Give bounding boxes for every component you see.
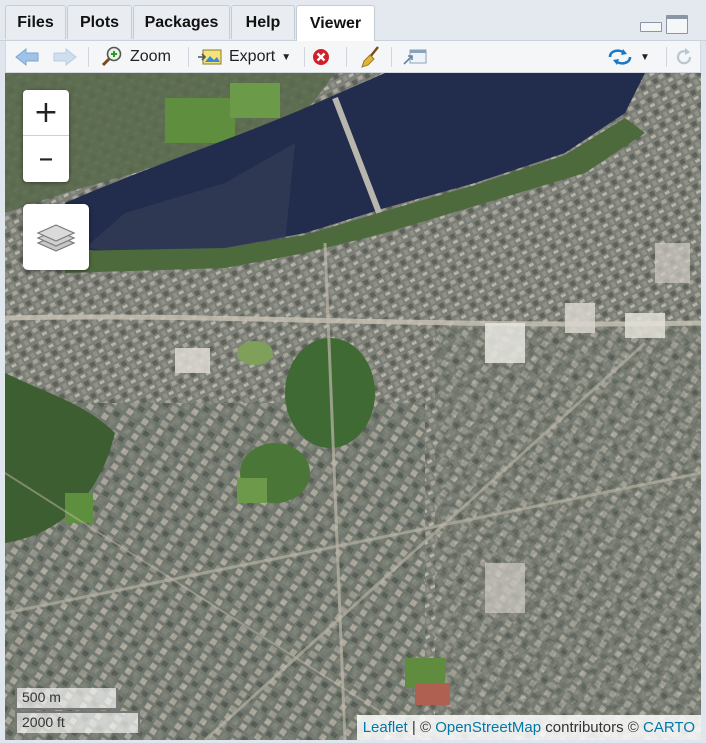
chevron-down-icon: ▼ <box>281 51 292 63</box>
map-attribution: Leaflet | © OpenStreetMap contributors ©… <box>356 715 701 740</box>
zoom-label: Zoom <box>130 48 171 65</box>
toolbar-separator <box>666 47 667 67</box>
viewer-toolbar: Zoom Export ▼ ▼ <box>5 41 701 73</box>
clear-all-button[interactable] <box>358 45 382 69</box>
carto-link[interactable]: CARTO <box>643 719 695 736</box>
layers-icon <box>36 224 76 252</box>
broom-icon <box>361 46 379 68</box>
toolbar-separator <box>346 47 347 67</box>
magnifier-icon <box>101 46 122 67</box>
zoom-button[interactable]: Zoom <box>100 45 171 69</box>
export-label: Export <box>229 48 276 65</box>
refresh-icon <box>676 48 692 65</box>
remove-viewer-button[interactable] <box>311 45 331 69</box>
tab-plots[interactable]: Plots <box>67 5 132 39</box>
leaflet-map[interactable]: + – 500 m 2000 ft Leaflet | © OpenStreet… <box>5 73 701 740</box>
chevron-down-icon: ▼ <box>640 51 650 63</box>
forward-arrow-icon[interactable] <box>52 45 78 69</box>
attribution-contributors: contributors © <box>541 719 644 736</box>
openstreetmap-link[interactable]: OpenStreetMap <box>435 719 541 736</box>
toolbar-separator <box>88 47 89 67</box>
tab-viewer[interactable]: Viewer <box>296 5 375 41</box>
maximize-pane-icon[interactable] <box>666 15 688 34</box>
export-button[interactable]: Export ▼ <box>197 45 291 69</box>
zoom-control: + – <box>23 90 69 182</box>
remove-circle-icon <box>313 49 329 65</box>
attribution-separator: | © <box>407 719 436 736</box>
show-in-window-button[interactable] <box>402 45 428 69</box>
export-image-icon <box>198 49 222 65</box>
zoom-in-button[interactable]: + <box>23 90 69 135</box>
scale-bar-imperial: 2000 ft <box>15 711 140 733</box>
minimize-pane-icon[interactable] <box>640 22 662 32</box>
layers-control-button[interactable] <box>23 204 89 270</box>
tab-help[interactable]: Help <box>231 5 295 39</box>
satellite-tiles <box>5 73 701 740</box>
viewer-pane: Files Plots Packages Help Viewer Zoom Ex… <box>0 0 706 743</box>
leaflet-link[interactable]: Leaflet <box>363 719 408 736</box>
back-arrow-icon[interactable] <box>14 45 40 69</box>
tab-packages[interactable]: Packages <box>133 5 230 39</box>
popout-window-icon <box>403 49 427 65</box>
refresh-button[interactable] <box>674 45 694 69</box>
toolbar-separator <box>391 47 392 67</box>
toolbar-separator <box>304 47 305 67</box>
tab-bar: Files Plots Packages Help Viewer <box>0 0 706 41</box>
sync-button[interactable]: ▼ <box>606 45 650 69</box>
scale-bar-metric: 500 m <box>15 688 118 710</box>
sync-arrows-icon <box>608 49 632 65</box>
zoom-out-button[interactable]: – <box>23 136 69 181</box>
toolbar-separator <box>188 47 189 67</box>
tab-files[interactable]: Files <box>5 5 66 39</box>
